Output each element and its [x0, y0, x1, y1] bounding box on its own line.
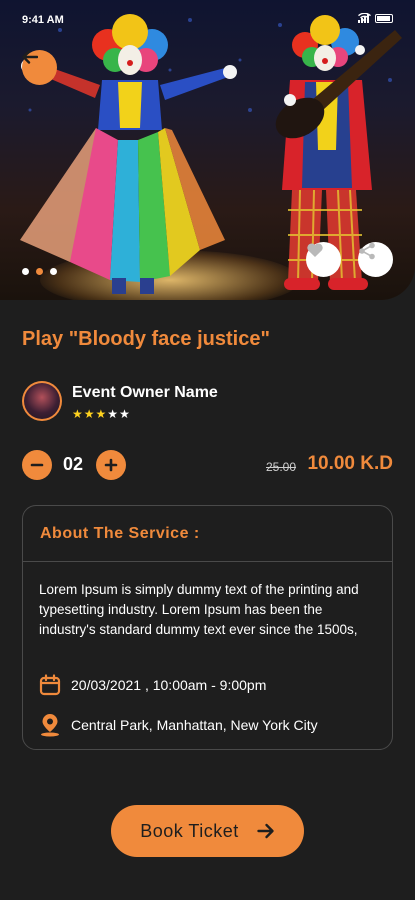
old-price: 25.00 — [266, 460, 297, 474]
owner-avatar[interactable] — [22, 381, 62, 421]
back-button[interactable] — [22, 50, 57, 85]
arrow-right-icon — [257, 823, 274, 839]
plus-icon — [104, 458, 118, 472]
event-title: Play "Bloody face justice" — [22, 328, 270, 350]
clowns-illustration — [20, 14, 402, 294]
minus-icon — [30, 463, 44, 467]
owner-name[interactable]: Event Owner Name — [72, 384, 218, 402]
share-button[interactable] — [358, 242, 393, 277]
rating-stars: ★ ★ ★ ★ ★ — [72, 407, 130, 421]
about-service-card: About The Service : Lorem Ipsum is simpl… — [22, 505, 393, 750]
hero-image: 9:41 AM — [0, 0, 415, 300]
status-time: 9:41 AM — [22, 14, 64, 26]
carousel-indicator — [22, 268, 57, 275]
book-ticket-button[interactable]: Book Ticket — [111, 805, 304, 857]
increase-quantity-button[interactable] — [96, 450, 126, 480]
share-icon — [359, 242, 375, 260]
star-icon: ★ — [107, 407, 119, 421]
event-datetime-row: 20/03/2021 , 10:00am - 9:00pm — [39, 674, 266, 696]
current-price: 10.00 K.D — [307, 453, 393, 474]
about-description: Lorem Ipsum is simply dummy text of the … — [39, 582, 359, 637]
event-location: Central Park, Manhattan, New York City — [71, 717, 318, 733]
quantity-value: 02 — [63, 454, 84, 474]
carousel-dot[interactable] — [50, 268, 57, 275]
star-icon: ★ — [83, 407, 95, 421]
wifi-icon — [358, 13, 371, 22]
carousel-dot[interactable] — [22, 268, 29, 275]
heart-icon — [307, 243, 323, 257]
status-icons — [358, 13, 393, 23]
star-icon: ★ — [119, 407, 130, 421]
event-datetime: 20/03/2021 , 10:00am - 9:00pm — [71, 677, 267, 693]
location-pin-icon — [41, 714, 59, 737]
favorite-button[interactable] — [306, 242, 341, 277]
arrow-left-icon — [22, 50, 38, 64]
battery-icon — [375, 13, 393, 23]
about-heading: About The Service : — [40, 525, 200, 542]
event-location-row[interactable]: Central Park, Manhattan, New York City — [39, 713, 318, 737]
calendar-icon — [39, 674, 61, 696]
decrease-quantity-button[interactable] — [22, 450, 52, 480]
divider — [23, 561, 392, 562]
star-icon: ★ — [95, 407, 107, 421]
carousel-dot-active[interactable] — [36, 268, 43, 275]
star-icon: ★ — [72, 407, 83, 421]
book-ticket-label: Book Ticket — [140, 820, 239, 841]
status-bar: 9:41 AM — [0, 0, 415, 40]
